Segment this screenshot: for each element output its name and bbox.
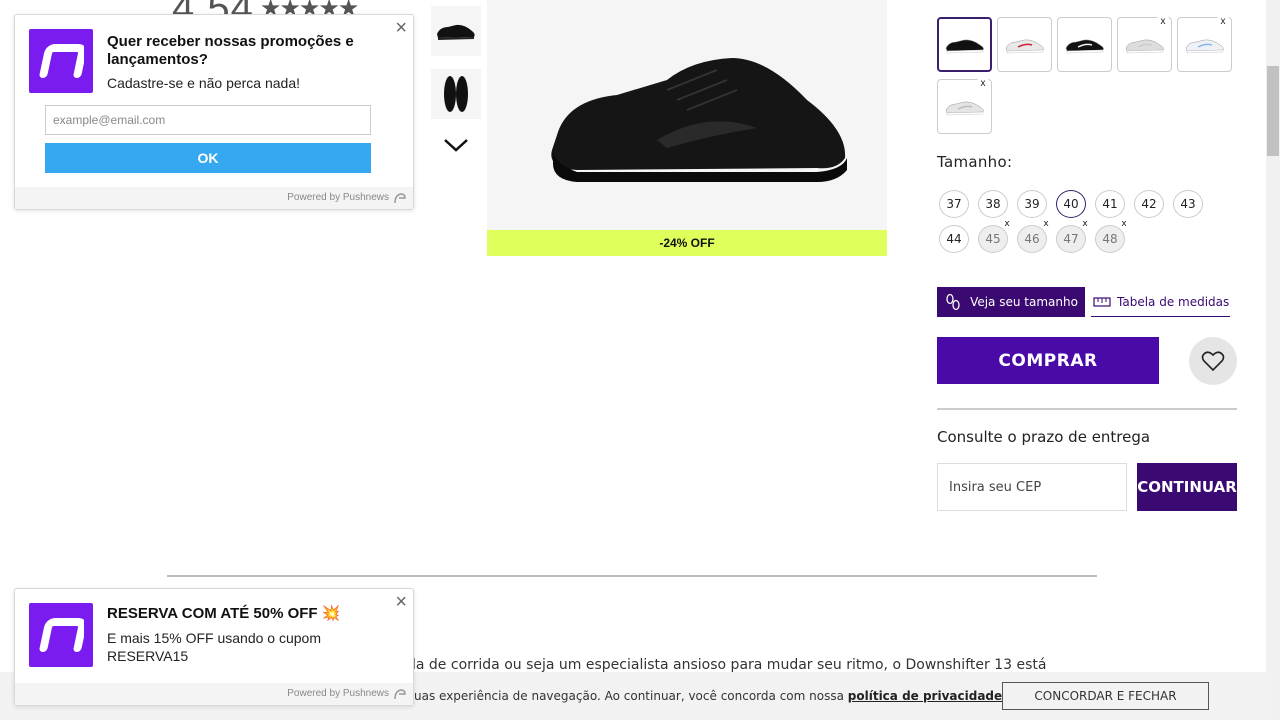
pushnews-mark-icon: [394, 689, 406, 700]
powered-by-label: Powered by Pushnews: [287, 192, 389, 203]
size-option[interactable]: 48 x: [1095, 219, 1127, 253]
pushnews-logo: [29, 603, 93, 667]
section-divider: [167, 575, 1097, 577]
size-label: 38: [985, 197, 1001, 211]
unavailable-badge: x: [1216, 15, 1230, 29]
color-swatch-black[interactable]: [937, 17, 992, 72]
pushnews-n-icon: [39, 44, 84, 78]
cookie-message: uas experiência de navegação. Ao continu…: [414, 689, 848, 703]
thumbnail-soles-view[interactable]: [431, 69, 481, 119]
unavailable-badge: x: [1043, 219, 1049, 229]
push-promo-subtitle: E mais 15% OFF usando o cupom RESERVA15: [107, 630, 321, 664]
size-label: 41: [1102, 197, 1118, 211]
shoe-thumbnail-image: [1065, 39, 1104, 53]
color-swatch-white-red[interactable]: [997, 17, 1052, 72]
size-option[interactable]: 42: [1134, 190, 1164, 218]
buy-button[interactable]: COMPRAR: [937, 337, 1159, 384]
size-label: 40: [1063, 197, 1079, 211]
size-option[interactable]: 45 x: [978, 219, 1010, 253]
delivery-title: Consulte o prazo de entrega: [937, 428, 1151, 446]
unavailable-badge: x: [1004, 219, 1010, 229]
page-scrollbar[interactable]: [1266, 0, 1280, 720]
pushnews-logo: [29, 29, 93, 93]
continue-button[interactable]: CONTINUAR: [1137, 463, 1237, 511]
privacy-policy-link[interactable]: política de privacidade.: [848, 689, 1007, 703]
size-option[interactable]: 46 x: [1017, 219, 1049, 253]
size-option[interactable]: 44: [939, 225, 969, 253]
size-option[interactable]: 40: [1056, 190, 1086, 218]
size-chart-label: Tabela de medidas: [1117, 294, 1230, 309]
shoe-thumbnail-image: [1005, 39, 1044, 53]
size-label: 47: [1063, 232, 1079, 246]
scrollbar-thumb[interactable]: [1267, 66, 1279, 156]
size-list: 37 38 39 40 41 42 43 44 45 x 46 x 47 x 48 x: [939, 190, 1239, 253]
close-icon[interactable]: ×: [395, 592, 407, 612]
cep-input[interactable]: [937, 463, 1127, 511]
unavailable-badge: x: [1156, 15, 1170, 29]
size-title: Tamanho:: [937, 153, 1013, 171]
shoe-thumbnail-image: [945, 101, 984, 115]
divider: [937, 408, 1237, 410]
size-label: 48: [1102, 232, 1118, 246]
chevron-down-icon: [444, 139, 468, 152]
shoe-side-image: [437, 24, 475, 40]
ruler-icon: [1093, 296, 1111, 307]
size-option[interactable]: 39: [1017, 190, 1047, 218]
find-my-size-label: Veja seu tamanho: [970, 295, 1078, 309]
color-swatch-white-blue[interactable]: x: [1177, 15, 1232, 72]
email-field[interactable]: [45, 105, 371, 135]
shoe-thumbnail-image: [945, 39, 984, 53]
pushnews-n-icon: [39, 618, 84, 652]
shoe-image: [551, 58, 847, 182]
powered-by-label: Powered by Pushnews: [287, 688, 389, 699]
size-option[interactable]: 38: [978, 190, 1008, 218]
thumbnail-side-view[interactable]: [431, 6, 481, 56]
find-my-size-button[interactable]: Veja seu tamanho: [937, 287, 1085, 317]
footprint-icon: [946, 293, 960, 311]
unavailable-badge: x: [1082, 219, 1088, 229]
unavailable-badge: x: [1121, 219, 1127, 229]
size-label: 43: [1180, 197, 1196, 211]
product-description: la de corrida ou seja um especialista an…: [412, 657, 1047, 673]
push-title: Quer receber nossas promoções e lançamen…: [107, 33, 354, 68]
shoe-soles-image: [444, 76, 468, 112]
color-swatch-list: x x x: [937, 15, 1237, 134]
thumbnail-list: [431, 6, 481, 158]
size-label: 37: [946, 197, 962, 211]
push-subtitle: Cadastre-se e não perca nada!: [107, 75, 301, 91]
pushnews-mark-icon: [394, 193, 406, 204]
size-label: 46: [1024, 232, 1040, 246]
push-promo-title: RESERVA COM ATÉ 50% OFF 💥: [107, 605, 341, 622]
size-option[interactable]: 37: [939, 190, 969, 218]
size-label: 44: [946, 232, 962, 246]
push-subscribe-popup: × Quer receber nossas promoções e lançam…: [14, 14, 414, 210]
push-promo-popup: × RESERVA COM ATÉ 50% OFF 💥 E mais 15% O…: [14, 588, 414, 706]
size-option[interactable]: 41: [1095, 190, 1125, 218]
product-main-image[interactable]: [487, 0, 887, 230]
ok-button[interactable]: OK: [45, 143, 371, 173]
unavailable-badge: x: [976, 77, 990, 91]
thumbnails-next-button[interactable]: [431, 132, 481, 158]
push-footer: Powered by Pushnews: [15, 683, 413, 705]
close-icon[interactable]: ×: [395, 18, 407, 38]
size-option[interactable]: 43: [1173, 190, 1203, 218]
size-chart-link[interactable]: Tabela de medidas: [1091, 287, 1230, 317]
size-label: 42: [1141, 197, 1157, 211]
favorite-button[interactable]: [1189, 337, 1237, 385]
heart-icon: [1201, 351, 1225, 372]
color-swatch-black-white[interactable]: [1057, 17, 1112, 72]
color-swatch-light-grey[interactable]: x: [1117, 15, 1172, 72]
size-label: 45: [985, 232, 1001, 246]
color-swatch-white-grey[interactable]: x: [937, 77, 992, 134]
shoe-thumbnail-image: [1185, 39, 1224, 53]
cookie-accept-button[interactable]: CONCORDAR E FECHAR: [1002, 682, 1209, 710]
cookie-text: uas experiência de navegação. Ao continu…: [414, 689, 1007, 703]
shoe-thumbnail-image: [1125, 39, 1164, 53]
size-option[interactable]: 47 x: [1056, 219, 1088, 253]
push-footer: Powered by Pushnews: [15, 187, 413, 209]
size-label: 39: [1024, 197, 1040, 211]
discount-banner: -24% OFF: [487, 230, 887, 256]
